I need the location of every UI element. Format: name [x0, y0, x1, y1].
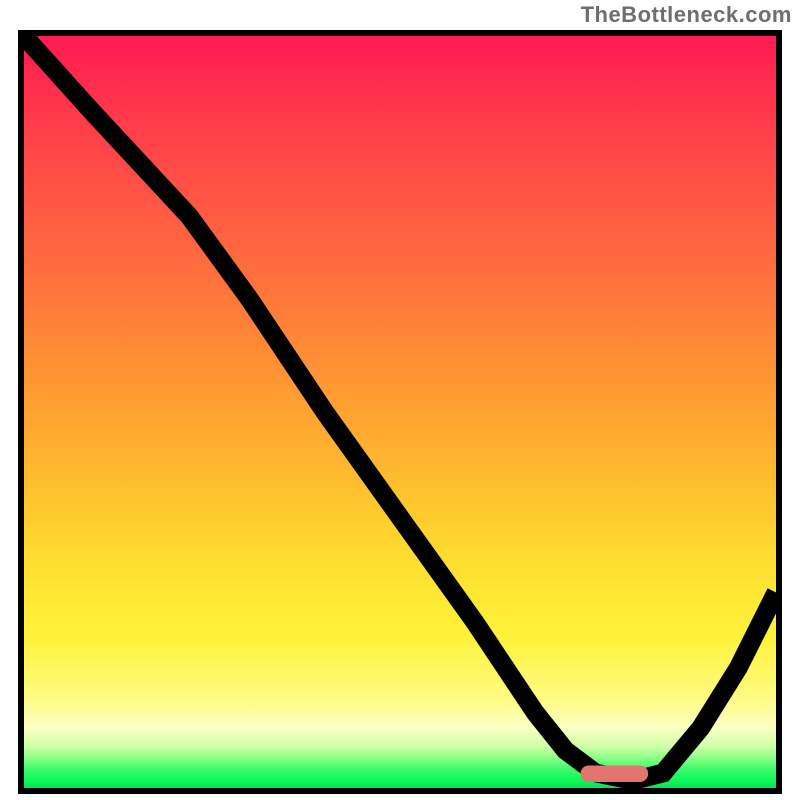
chart-stage: TheBottleneck.com — [0, 0, 800, 800]
bottleneck-curve — [24, 36, 776, 780]
plot-overlay — [24, 36, 776, 788]
plot-frame — [18, 30, 782, 794]
optimal-range-marker — [580, 765, 648, 782]
attribution-label: TheBottleneck.com — [581, 2, 792, 28]
